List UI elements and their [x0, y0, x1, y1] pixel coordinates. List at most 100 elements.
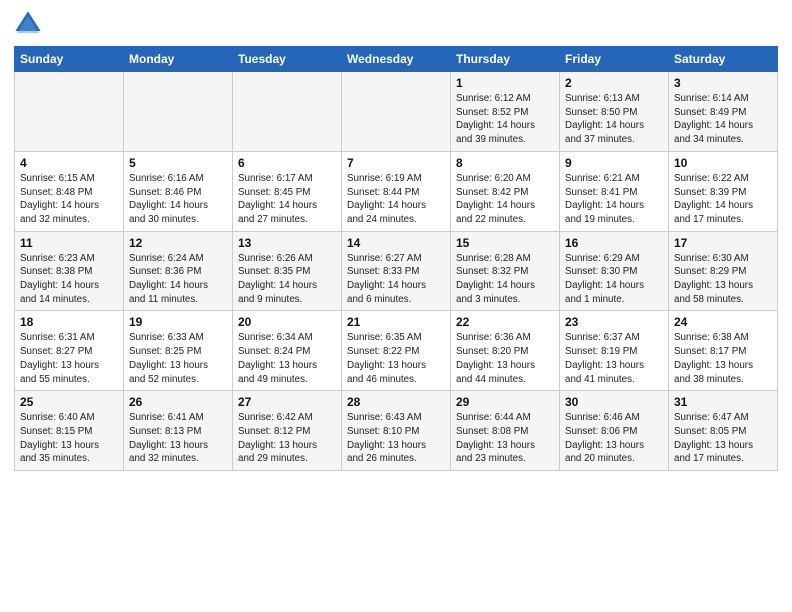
day-info: Sunrise: 6:26 AM Sunset: 8:35 PM Dayligh… [238, 252, 336, 307]
day-number: 29 [456, 395, 554, 409]
day-info: Sunrise: 6:14 AM Sunset: 8:49 PM Dayligh… [674, 92, 772, 147]
week-row-2: 4Sunrise: 6:15 AM Sunset: 8:48 PM Daylig… [15, 151, 778, 231]
day-cell: 19 Sunrise: 6:33 AM Sunset: 8:25 PM Dayli… [124, 311, 233, 391]
day-cell: 14 Sunrise: 6:27 AM Sunset: 8:33 PM Dayli… [342, 231, 451, 311]
day-cell: 15Sunrise: 6:28 AM Sunset: 8:32 PM Dayli… [451, 231, 560, 311]
day-number: 7 [347, 156, 445, 170]
day-cell: 5Sunrise: 6:16 AM Sunset: 8:46 PM Daylig… [124, 151, 233, 231]
page-header [14, 10, 778, 38]
week-row-5: 25 Sunrise: 6:40 AM Sunset: 8:15 PM Dayli… [15, 391, 778, 471]
day-info: Sunrise: 6:35 AM Sunset: 8:22 PM Dayligh… [347, 331, 445, 386]
day-cell [15, 72, 124, 152]
day-cell: 7 Sunrise: 6:19 AM Sunset: 8:44 PM Daylig… [342, 151, 451, 231]
day-info: Sunrise: 6:43 AM Sunset: 8:10 PM Dayligh… [347, 411, 445, 466]
day-info: Sunrise: 6:22 AM Sunset: 8:39 PM Dayligh… [674, 172, 772, 227]
day-info: Sunrise: 6:33 AM Sunset: 8:25 PM Dayligh… [129, 331, 227, 386]
week-row-4: 18 Sunrise: 6:31 AM Sunset: 8:27 PM Dayli… [15, 311, 778, 391]
day-info: Sunrise: 6:37 AM Sunset: 8:19 PM Dayligh… [565, 331, 663, 386]
day-number: 1 [456, 76, 554, 90]
day-number: 30 [565, 395, 663, 409]
day-cell: 3 Sunrise: 6:14 AM Sunset: 8:49 PM Daylig… [669, 72, 778, 152]
day-number: 23 [565, 315, 663, 329]
day-info: Sunrise: 6:44 AM Sunset: 8:08 PM Dayligh… [456, 411, 554, 466]
day-number: 3 [674, 76, 772, 90]
day-info: Sunrise: 6:41 AM Sunset: 8:13 PM Dayligh… [129, 411, 227, 466]
day-info: Sunrise: 6:40 AM Sunset: 8:15 PM Dayligh… [20, 411, 118, 466]
day-cell: 28 Sunrise: 6:43 AM Sunset: 8:10 PM Dayli… [342, 391, 451, 471]
day-cell: 4Sunrise: 6:15 AM Sunset: 8:48 PM Daylig… [15, 151, 124, 231]
day-cell: 9 Sunrise: 6:21 AM Sunset: 8:41 PM Daylig… [560, 151, 669, 231]
logo-icon [14, 10, 42, 38]
day-cell: 18 Sunrise: 6:31 AM Sunset: 8:27 PM Dayli… [15, 311, 124, 391]
weekday-wednesday: Wednesday [342, 47, 451, 72]
weekday-thursday: Thursday [451, 47, 560, 72]
day-number: 19 [129, 315, 227, 329]
day-info: Sunrise: 6:29 AM Sunset: 8:30 PM Dayligh… [565, 252, 663, 307]
logo [14, 10, 46, 38]
day-cell: 23 Sunrise: 6:37 AM Sunset: 8:19 PM Dayli… [560, 311, 669, 391]
day-number: 18 [20, 315, 118, 329]
weekday-tuesday: Tuesday [233, 47, 342, 72]
day-info: Sunrise: 6:47 AM Sunset: 8:05 PM Dayligh… [674, 411, 772, 466]
day-cell [124, 72, 233, 152]
day-number: 13 [238, 236, 336, 250]
day-info: Sunrise: 6:19 AM Sunset: 8:44 PM Dayligh… [347, 172, 445, 227]
day-number: 12 [129, 236, 227, 250]
day-info: Sunrise: 6:16 AM Sunset: 8:46 PM Dayligh… [129, 172, 227, 227]
day-cell: 13 Sunrise: 6:26 AM Sunset: 8:35 PM Dayli… [233, 231, 342, 311]
day-cell: 10 Sunrise: 6:22 AM Sunset: 8:39 PM Dayli… [669, 151, 778, 231]
day-number: 22 [456, 315, 554, 329]
day-info: Sunrise: 6:42 AM Sunset: 8:12 PM Dayligh… [238, 411, 336, 466]
day-number: 17 [674, 236, 772, 250]
day-cell: 29 Sunrise: 6:44 AM Sunset: 8:08 PM Dayli… [451, 391, 560, 471]
day-number: 27 [238, 395, 336, 409]
day-number: 2 [565, 76, 663, 90]
day-info: Sunrise: 6:34 AM Sunset: 8:24 PM Dayligh… [238, 331, 336, 386]
day-info: Sunrise: 6:31 AM Sunset: 8:27 PM Dayligh… [20, 331, 118, 386]
day-number: 28 [347, 395, 445, 409]
day-info: Sunrise: 6:28 AM Sunset: 8:32 PM Dayligh… [456, 252, 554, 307]
day-cell: 31 Sunrise: 6:47 AM Sunset: 8:05 PM Dayli… [669, 391, 778, 471]
day-number: 8 [456, 156, 554, 170]
day-cell: 26 Sunrise: 6:41 AM Sunset: 8:13 PM Dayli… [124, 391, 233, 471]
weekday-monday: Monday [124, 47, 233, 72]
day-number: 25 [20, 395, 118, 409]
day-number: 26 [129, 395, 227, 409]
day-cell: 30Sunrise: 6:46 AM Sunset: 8:06 PM Dayli… [560, 391, 669, 471]
day-number: 6 [238, 156, 336, 170]
day-cell: 12 Sunrise: 6:24 AM Sunset: 8:36 PM Dayli… [124, 231, 233, 311]
day-cell: 21Sunrise: 6:35 AM Sunset: 8:22 PM Dayli… [342, 311, 451, 391]
weekday-friday: Friday [560, 47, 669, 72]
day-info: Sunrise: 6:27 AM Sunset: 8:33 PM Dayligh… [347, 252, 445, 307]
day-cell: 22Sunrise: 6:36 AM Sunset: 8:20 PM Dayli… [451, 311, 560, 391]
weekday-saturday: Saturday [669, 47, 778, 72]
day-number: 20 [238, 315, 336, 329]
day-number: 14 [347, 236, 445, 250]
day-number: 31 [674, 395, 772, 409]
day-cell: 11Sunrise: 6:23 AM Sunset: 8:38 PM Dayli… [15, 231, 124, 311]
day-number: 24 [674, 315, 772, 329]
day-cell: 25 Sunrise: 6:40 AM Sunset: 8:15 PM Dayli… [15, 391, 124, 471]
weekday-header-row: SundayMondayTuesdayWednesdayThursdayFrid… [15, 47, 778, 72]
day-number: 11 [20, 236, 118, 250]
day-info: Sunrise: 6:38 AM Sunset: 8:17 PM Dayligh… [674, 331, 772, 386]
day-cell: 27 Sunrise: 6:42 AM Sunset: 8:12 PM Dayli… [233, 391, 342, 471]
day-number: 9 [565, 156, 663, 170]
day-number: 16 [565, 236, 663, 250]
day-number: 4 [20, 156, 118, 170]
day-cell: 8 Sunrise: 6:20 AM Sunset: 8:42 PM Daylig… [451, 151, 560, 231]
day-cell: 24 Sunrise: 6:38 AM Sunset: 8:17 PM Dayli… [669, 311, 778, 391]
week-row-3: 11Sunrise: 6:23 AM Sunset: 8:38 PM Dayli… [15, 231, 778, 311]
day-info: Sunrise: 6:12 AM Sunset: 8:52 PM Dayligh… [456, 92, 554, 147]
week-row-1: 1 Sunrise: 6:12 AM Sunset: 8:52 PM Daylig… [15, 72, 778, 152]
day-cell: 1 Sunrise: 6:12 AM Sunset: 8:52 PM Daylig… [451, 72, 560, 152]
day-info: Sunrise: 6:21 AM Sunset: 8:41 PM Dayligh… [565, 172, 663, 227]
day-cell: 20 Sunrise: 6:34 AM Sunset: 8:24 PM Dayli… [233, 311, 342, 391]
day-info: Sunrise: 6:30 AM Sunset: 8:29 PM Dayligh… [674, 252, 772, 307]
day-cell: 6Sunrise: 6:17 AM Sunset: 8:45 PM Daylig… [233, 151, 342, 231]
day-number: 10 [674, 156, 772, 170]
day-info: Sunrise: 6:20 AM Sunset: 8:42 PM Dayligh… [456, 172, 554, 227]
day-cell: 16 Sunrise: 6:29 AM Sunset: 8:30 PM Dayli… [560, 231, 669, 311]
day-info: Sunrise: 6:24 AM Sunset: 8:36 PM Dayligh… [129, 252, 227, 307]
day-cell: 2Sunrise: 6:13 AM Sunset: 8:50 PM Daylig… [560, 72, 669, 152]
